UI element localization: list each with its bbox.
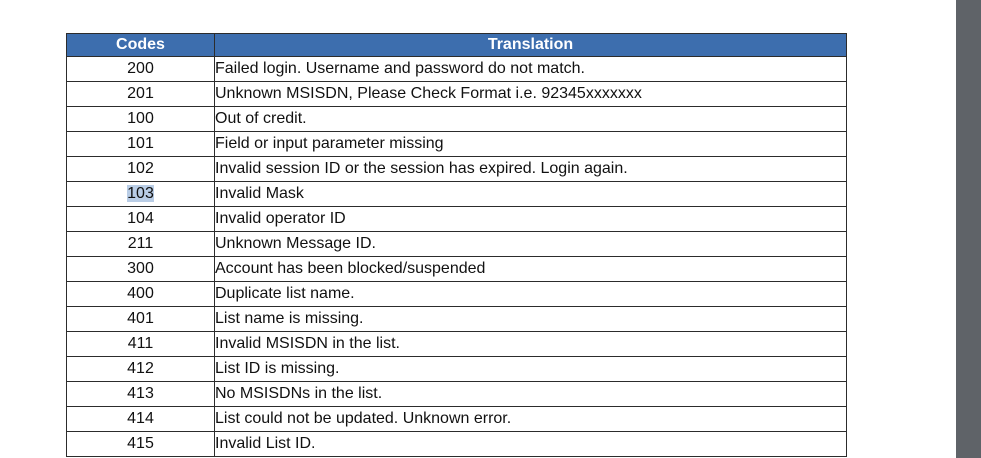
code-value[interactable]: 101: [127, 135, 154, 152]
translation-cell: Unknown MSISDN, Please Check Format i.e.…: [214, 81, 847, 107]
translation-cell: List name is missing.: [214, 306, 847, 332]
table-row: 103 Invalid Mask: [66, 181, 847, 207]
code-value[interactable]: 201: [127, 85, 154, 102]
table-row: 415 Invalid List ID.: [66, 431, 847, 457]
code-cell: 104: [66, 206, 215, 232]
translation-cell: Invalid List ID.: [214, 431, 847, 457]
translation-cell: Invalid session ID or the session has ex…: [214, 156, 847, 182]
code-cell: 101: [66, 131, 215, 157]
table-row: 401 List name is missing.: [66, 306, 847, 332]
table-row: 102 Invalid session ID or the session has…: [66, 156, 847, 182]
header-row: Codes Translation: [66, 33, 847, 57]
codes-column-header: Codes: [66, 33, 215, 57]
code-cell: 411: [66, 331, 215, 357]
table-row: 201 Unknown MSISDN, Please Check Format i…: [66, 81, 847, 107]
code-value[interactable]: 300: [127, 260, 154, 277]
code-value[interactable]: 102: [127, 160, 154, 177]
code-value[interactable]: 104: [127, 210, 154, 227]
page-gutter: [944, 0, 956, 458]
translation-cell: List could not be updated. Unknown error…: [214, 406, 847, 432]
table-row: 400 Duplicate list name.: [66, 281, 847, 307]
translation-column-header: Translation: [214, 33, 847, 57]
table-body: 200 Failed login. Username and password d…: [66, 56, 847, 457]
code-value[interactable]: 211: [128, 235, 154, 252]
translation-cell: Out of credit.: [214, 106, 847, 132]
error-codes-table: Codes Translation 200 Failed login. Usern…: [66, 33, 847, 457]
code-value[interactable]: 412: [127, 360, 154, 377]
code-cell: 102: [66, 156, 215, 182]
table-row: 100 Out of credit.: [66, 106, 847, 132]
translation-cell: Unknown Message ID.: [214, 231, 847, 257]
table-row: 412 List ID is missing.: [66, 356, 847, 382]
table-row: 104 Invalid operator ID: [66, 206, 847, 232]
code-cell: 415: [66, 431, 215, 457]
table-row: 300 Account has been blocked/suspended: [66, 256, 847, 282]
code-cell: 412: [66, 356, 215, 382]
translation-cell: List ID is missing.: [214, 356, 847, 382]
code-cell: 400: [66, 281, 215, 307]
translation-cell: Account has been blocked/suspended: [214, 256, 847, 282]
translation-cell: Failed login. Username and password do n…: [214, 56, 847, 82]
table-row: 413 No MSISDNs in the list.: [66, 381, 847, 407]
code-value[interactable]: 401: [127, 310, 154, 327]
code-value[interactable]: 400: [127, 285, 154, 302]
code-cell: 211: [66, 231, 215, 257]
translation-cell: No MSISDNs in the list.: [214, 381, 847, 407]
code-value[interactable]: 411: [128, 335, 154, 352]
table-row: 411 Invalid MSISDN in the list.: [66, 331, 847, 357]
translation-cell: Invalid MSISDN in the list.: [214, 331, 847, 357]
code-value[interactable]: 200: [127, 60, 154, 77]
code-cell: 100: [66, 106, 215, 132]
translation-cell: Invalid operator ID: [214, 206, 847, 232]
code-cell: 201: [66, 81, 215, 107]
translation-cell: Invalid Mask: [214, 181, 847, 207]
code-value[interactable]: 100: [127, 110, 154, 127]
table-row: 101 Field or input parameter missing: [66, 131, 847, 157]
translation-cell: Field or input parameter missing: [214, 131, 847, 157]
table-row: 414 List could not be updated. Unknown er…: [66, 406, 847, 432]
code-cell: 414: [66, 406, 215, 432]
table-header: Codes Translation: [66, 33, 847, 57]
viewer-side-panel[interactable]: [956, 0, 981, 458]
table-row: 211 Unknown Message ID.: [66, 231, 847, 257]
code-cell: 103: [66, 181, 215, 207]
code-cell: 200: [66, 56, 215, 82]
code-cell: 413: [66, 381, 215, 407]
code-value[interactable]: 415: [127, 435, 154, 452]
document-page: Codes Translation 200 Failed login. Usern…: [0, 0, 981, 458]
code-cell: 401: [66, 306, 215, 332]
code-value[interactable]: 413: [127, 385, 154, 402]
code-cell: 300: [66, 256, 215, 282]
table-row: 200 Failed login. Username and password d…: [66, 56, 847, 82]
code-value[interactable]: 103: [127, 185, 154, 202]
code-value[interactable]: 414: [127, 410, 154, 427]
translation-cell: Duplicate list name.: [214, 281, 847, 307]
